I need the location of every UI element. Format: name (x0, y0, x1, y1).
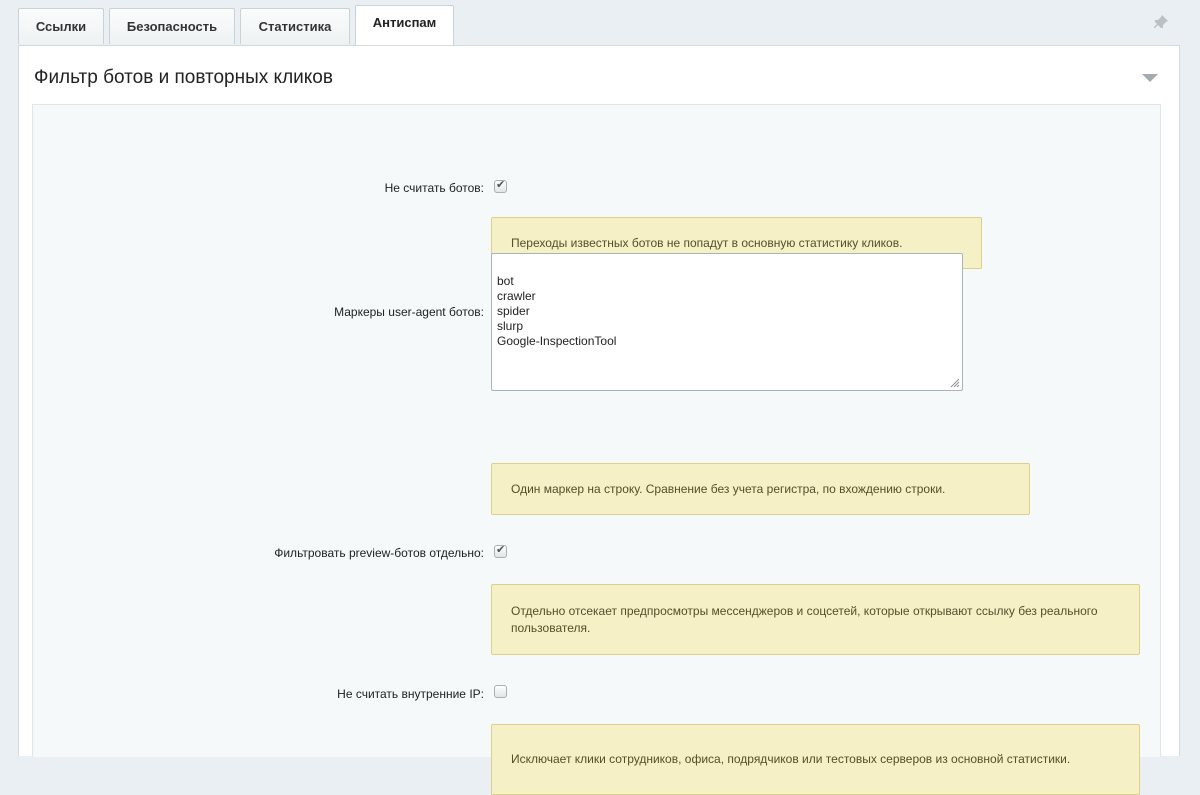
pin-icon[interactable] (1153, 14, 1169, 30)
skip-bots-label: Не считать ботов: (384, 181, 484, 195)
check-icon: ✔ (496, 544, 506, 556)
tab-links[interactable]: Ссылки (18, 8, 104, 44)
internal-ip-checkbox[interactable] (494, 685, 507, 698)
tabs-bar: Ссылки Безопасность Статистика Антиспам (0, 0, 1200, 46)
section-content: Не считать ботов: ✔ Переходы известных б… (32, 104, 1161, 795)
tab-security[interactable]: Безопасность (109, 8, 235, 44)
settings-panel: Фильтр ботов и повторных кликов Не счита… (18, 45, 1180, 795)
internal-ip-hint: Исключает клики сотрудников, офиса, подр… (491, 724, 1140, 795)
chevron-down-icon[interactable] (1142, 74, 1158, 82)
preview-bots-label: Фильтровать preview-ботов отдельно: (274, 546, 484, 560)
tab-statistics[interactable]: Статистика (240, 8, 350, 44)
skip-bots-checkbox[interactable]: ✔ (494, 179, 507, 193)
preview-bots-hint: Отдельно отсекает предпросмотры мессендж… (491, 584, 1140, 655)
preview-bots-checkbox[interactable]: ✔ (494, 544, 507, 558)
ua-markers-textarea[interactable]: bot crawler spider slurp Google-Inspecti… (491, 253, 963, 391)
resize-grip-icon[interactable] (950, 378, 960, 388)
tab-antispam[interactable]: Антиспам (355, 5, 454, 45)
ua-markers-hint: Один маркер на строку. Сравнение без уче… (491, 463, 1030, 515)
ua-markers-value: bot crawler spider slurp Google-Inspecti… (497, 274, 617, 348)
check-icon: ✔ (496, 179, 506, 191)
internal-ip-label: Не считать внутренние IP: (337, 687, 484, 701)
section-title: Фильтр ботов и повторных кликов (34, 67, 333, 88)
ua-markers-label: Маркеры user-agent ботов: (334, 305, 484, 319)
